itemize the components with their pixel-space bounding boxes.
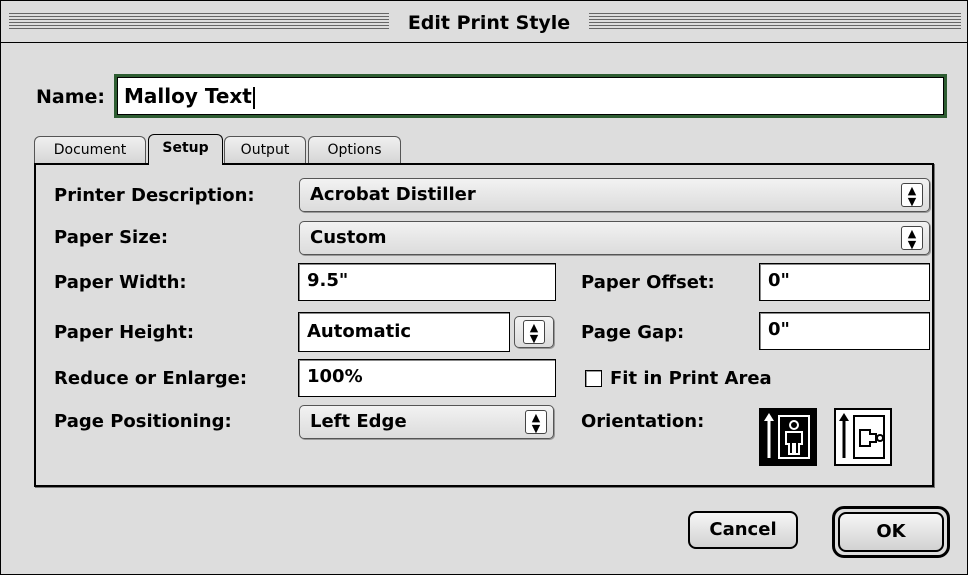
tab-setup[interactable]: Setup	[148, 134, 223, 165]
title-stripes-left	[9, 13, 389, 31]
paper-size-popup[interactable]: Custom ▲ ▼	[299, 221, 930, 255]
ok-button[interactable]: OK	[838, 512, 944, 552]
printer-description-label: Printer Description:	[54, 185, 255, 206]
paper-width-field[interactable]: 9.5"	[298, 263, 556, 301]
tab-output[interactable]: Output	[224, 136, 306, 164]
window-title: Edit Print Style	[395, 11, 583, 35]
paper-offset-field[interactable]: 0"	[759, 263, 930, 301]
paper-height-label: Paper Height:	[54, 322, 195, 343]
paper-offset-label: Paper Offset:	[581, 272, 715, 293]
fit-in-print-area-label[interactable]: Fit in Print Area	[610, 368, 772, 390]
reduce-enlarge-label: Reduce or Enlarge:	[54, 368, 248, 389]
printer-description-popup[interactable]: Acrobat Distiller ▲ ▼	[299, 178, 930, 212]
page-positioning-popup[interactable]: Left Edge ▲ ▼	[299, 405, 554, 439]
fit-in-print-area-checkbox[interactable]	[585, 370, 602, 387]
portrait-icon[interactable]	[759, 408, 817, 466]
up-down-arrows-icon: ▲ ▼	[523, 320, 545, 344]
title-bar[interactable]: Edit Print Style	[1, 1, 967, 43]
up-down-arrows-icon: ▲ ▼	[901, 183, 923, 207]
name-field[interactable]: Malloy Text	[114, 74, 947, 118]
up-down-arrows-icon: ▲ ▼	[901, 226, 923, 250]
paper-width-label: Paper Width:	[54, 272, 187, 293]
page-positioning-value: Left Edge	[310, 411, 407, 432]
landscape-figure	[839, 413, 885, 459]
title-stripes-right	[589, 13, 961, 31]
name-value: Malloy Text	[124, 84, 252, 108]
portrait-figure	[764, 413, 810, 459]
page-positioning-label: Page Positioning:	[54, 411, 232, 432]
page-gap-label: Page Gap:	[581, 322, 685, 343]
reduce-enlarge-field[interactable]: 100%	[298, 359, 556, 397]
orientation-label: Orientation:	[581, 411, 705, 432]
landscape-icon[interactable]	[834, 408, 892, 466]
printer-description-value: Acrobat Distiller	[310, 184, 476, 205]
tab-options[interactable]: Options	[308, 136, 401, 164]
name-label: Name:	[36, 86, 106, 108]
paper-size-value: Custom	[310, 227, 387, 248]
cancel-button[interactable]: Cancel	[688, 511, 798, 549]
paper-size-label: Paper Size:	[54, 227, 169, 248]
paper-height-menu-button[interactable]: ▲ ▼	[514, 316, 554, 348]
page-gap-field[interactable]: 0"	[759, 312, 930, 350]
text-caret	[252, 86, 255, 109]
tab-document[interactable]: Document	[34, 136, 146, 164]
up-down-arrows-icon: ▲ ▼	[525, 410, 547, 434]
paper-height-field[interactable]: Automatic	[298, 312, 510, 352]
